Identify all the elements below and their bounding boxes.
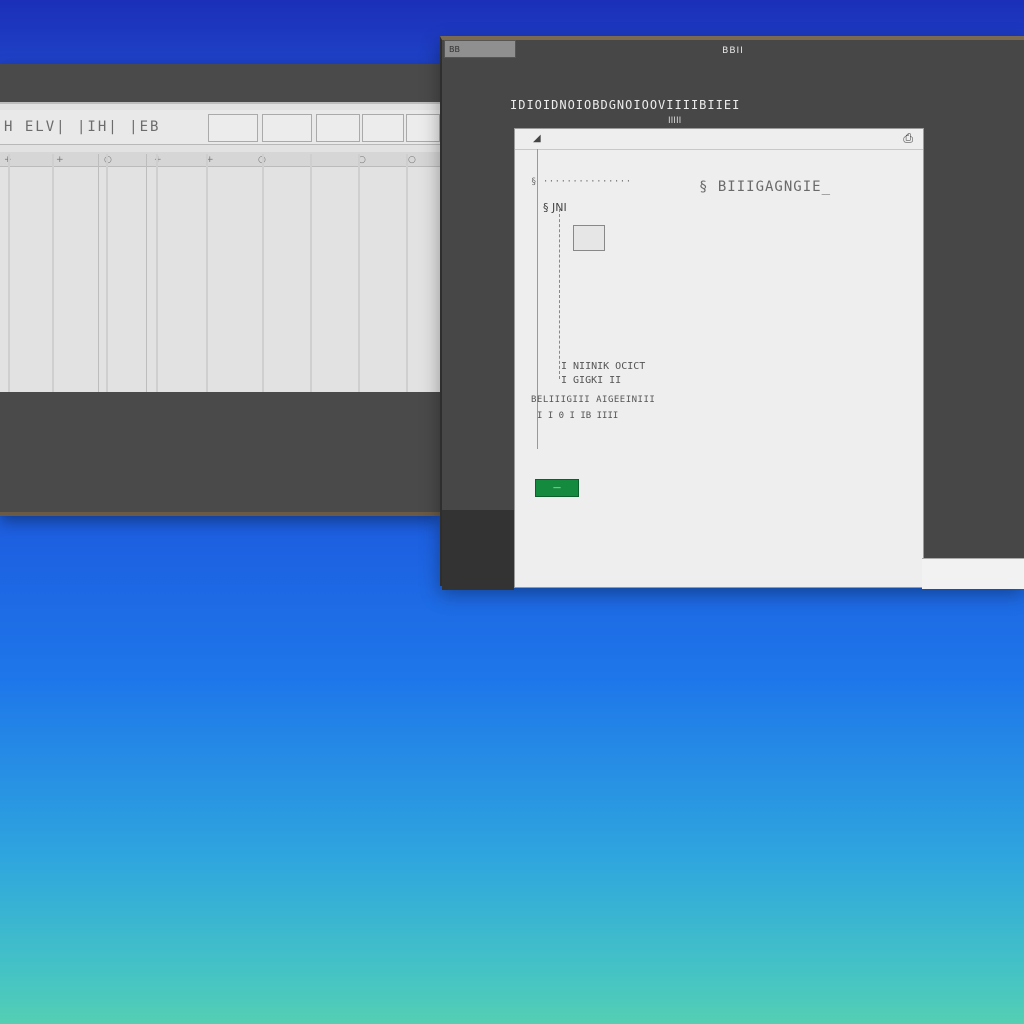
toolbar-field[interactable] xyxy=(208,114,258,142)
toolbar: H ELV| |IH| |EB xyxy=(0,110,440,145)
column-divider[interactable] xyxy=(262,154,264,392)
page-heading: IDIOIDNOIOBDGNOIOOVIIIIBIIEI xyxy=(510,98,741,112)
column-divider[interactable] xyxy=(310,154,312,392)
spreadsheet-panel: H ELV| |IH| |EB + + ○ + + ○ ○ ○ xyxy=(0,102,440,392)
column-divider[interactable] xyxy=(156,154,158,392)
tree-row-title: § BIIIGAGNGIE_ xyxy=(699,179,832,195)
column-divider[interactable] xyxy=(106,154,108,392)
toolbar-field[interactable] xyxy=(262,114,312,142)
column-divider[interactable] xyxy=(406,154,408,392)
toolbar-label: H ELV| |IH| |EB xyxy=(4,119,161,135)
column-divider[interactable] xyxy=(146,154,147,392)
column-marker: ○ xyxy=(408,155,416,165)
dialog-header: ◢ ⎙ xyxy=(515,129,923,150)
column-divider[interactable] xyxy=(98,154,99,392)
properties-dialog: ◢ ⎙ § ··············· § BIIIGAGNGIE_ § J… xyxy=(514,128,924,588)
tree-guide xyxy=(559,209,572,379)
arrow-icon[interactable]: ◢ xyxy=(533,133,541,144)
tree-row[interactable]: BELIIIGIII AIGEEINIII xyxy=(531,395,655,405)
selection-box[interactable] xyxy=(573,225,605,251)
toolbar-field[interactable] xyxy=(316,114,360,142)
toolbar-field[interactable] xyxy=(362,114,404,142)
page-subheading: IIIII xyxy=(668,116,682,126)
printer-icon[interactable]: ⎙ xyxy=(903,131,913,146)
toolbar-field[interactable] xyxy=(406,114,440,142)
status-strip xyxy=(922,558,1024,589)
column-divider[interactable] xyxy=(358,154,360,392)
column-marker: + xyxy=(56,155,64,165)
window-title: BBII xyxy=(722,46,744,56)
column-divider[interactable] xyxy=(52,154,54,392)
right-window: BB BBII IDIOIDNOIOBDGNOIOOVIIIIBIIEI III… xyxy=(440,36,1024,590)
tree-row[interactable]: I GIGKI II xyxy=(561,375,621,386)
column-divider[interactable] xyxy=(206,154,208,392)
column-header-row: + + ○ + + ○ ○ ○ xyxy=(0,152,440,167)
tree-row[interactable]: I NIINIK OCICT xyxy=(561,361,645,372)
sidebar-footer xyxy=(442,510,514,590)
tree-row[interactable]: I I 0 I IB IIII xyxy=(537,411,618,421)
tree-row[interactable]: § JNI xyxy=(543,201,567,214)
confirm-button[interactable]: — xyxy=(535,479,579,497)
column-divider[interactable] xyxy=(8,154,10,392)
left-window: H ELV| |IH| |EB + + ○ + + ○ ○ ○ xyxy=(0,64,440,516)
title-bar[interactable]: BB BBII xyxy=(442,40,1024,64)
tree-row-label: § ··············· xyxy=(531,177,632,187)
